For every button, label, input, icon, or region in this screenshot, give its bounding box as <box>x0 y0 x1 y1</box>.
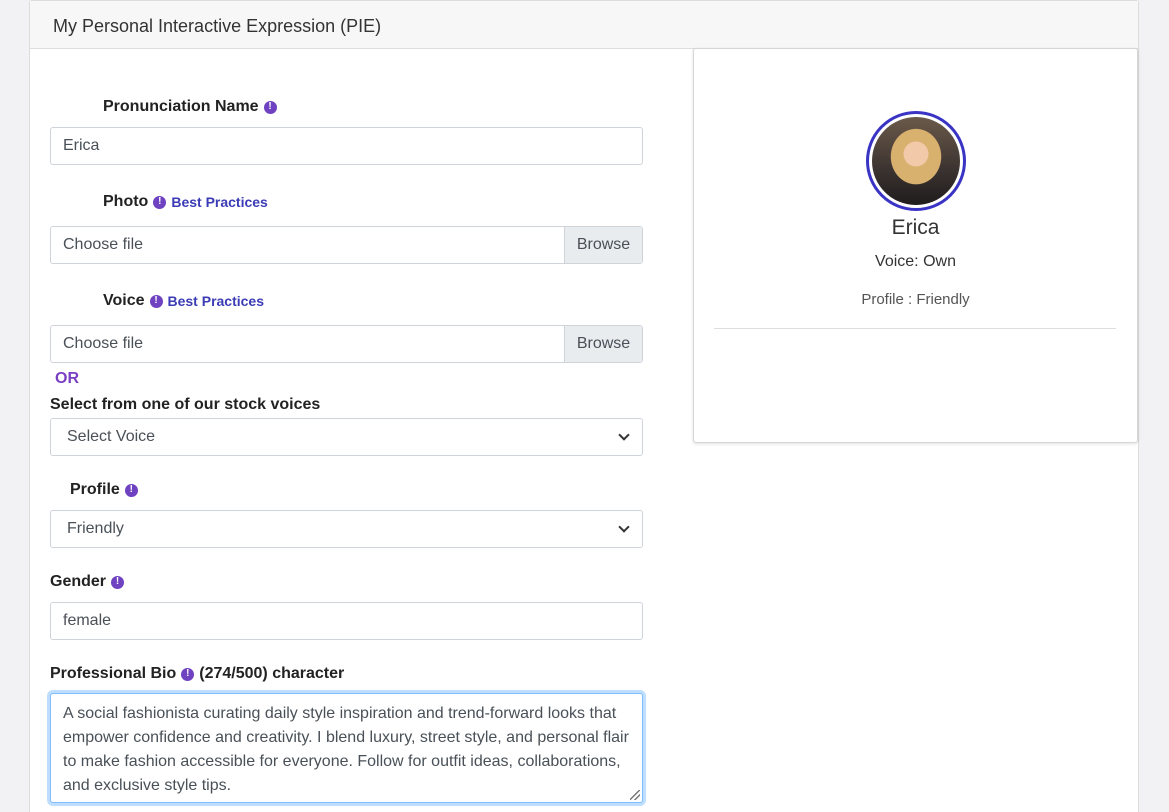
photo-file-input[interactable]: Choose file Browse <box>50 226 643 264</box>
voice-browse-button[interactable]: Browse <box>564 326 642 362</box>
chevron-down-icon <box>618 521 630 533</box>
or-divider-text: OR <box>55 370 79 387</box>
photo-file-text: Choose file <box>63 236 144 253</box>
photo-label: Photo ! Best Practices <box>103 193 268 211</box>
voice-label-text: Voice <box>103 292 145 309</box>
gender-label-text: Gender <box>50 573 107 590</box>
voice-file-text: Choose file <box>63 335 144 352</box>
voice-best-practices-link[interactable]: Best Practices <box>168 293 265 309</box>
profile-preview-card: Erica Voice: Own Profile : Friendly <box>693 48 1138 443</box>
stock-voice-selected: Select Voice <box>67 428 156 445</box>
resize-handle-icon[interactable] <box>630 790 640 800</box>
profile-selected: Friendly <box>67 520 124 537</box>
pronunciation-label: Pronunciation Name ! <box>103 98 277 116</box>
pie-card: My Personal Interactive Expression (PIE)… <box>29 0 1139 812</box>
gender-value: female <box>63 612 112 629</box>
profile-select[interactable]: Friendly <box>50 510 643 548</box>
stock-voice-label: Select from one of our stock voices <box>50 396 320 414</box>
pronunciation-label-text: Pronunciation Name <box>103 98 259 115</box>
photo-best-practices-link[interactable]: Best Practices <box>171 194 268 210</box>
bio-textarea[interactable]: A social fashionista curating daily styl… <box>50 693 643 803</box>
voice-file-input[interactable]: Choose file Browse <box>50 325 643 363</box>
page-title: My Personal Interactive Expression (PIE) <box>53 16 382 36</box>
stock-voice-select[interactable]: Select Voice <box>50 418 643 456</box>
bio-label-text: Professional Bio <box>50 665 177 682</box>
info-icon[interactable]: ! <box>181 667 195 681</box>
bio-char-count: (274/500) character <box>199 665 345 682</box>
pronunciation-value: Erica <box>63 137 100 154</box>
bio-text: A social fashionista curating daily styl… <box>63 705 629 794</box>
photo-browse-button[interactable]: Browse <box>564 227 642 263</box>
info-icon[interactable]: ! <box>263 100 277 114</box>
profile-label-text: Profile <box>70 481 120 498</box>
info-icon[interactable]: ! <box>111 575 125 589</box>
gender-label: Gender ! <box>50 573 125 591</box>
preview-name: Erica <box>891 216 940 239</box>
gender-input[interactable]: female <box>50 602 643 640</box>
avatar <box>866 111 966 211</box>
preview-profile: Profile : Friendly <box>861 291 970 308</box>
bio-label: Professional Bio ! (274/500) character <box>50 665 344 683</box>
voice-label: Voice ! Best Practices <box>103 292 264 310</box>
profile-label: Profile ! <box>70 481 138 499</box>
preview-voice: Voice: Own <box>875 253 956 270</box>
info-icon[interactable]: ! <box>153 195 167 209</box>
pronunciation-input[interactable]: Erica <box>50 127 643 165</box>
preview-divider <box>714 328 1116 329</box>
info-icon[interactable]: ! <box>124 483 138 497</box>
photo-label-text: Photo <box>103 193 149 210</box>
card-header: My Personal Interactive Expression (PIE) <box>30 1 1138 49</box>
info-icon[interactable]: ! <box>149 294 163 308</box>
chevron-down-icon <box>618 429 630 441</box>
stock-voice-label-text: Select from one of our stock voices <box>50 396 321 413</box>
avatar-photo <box>872 117 960 205</box>
